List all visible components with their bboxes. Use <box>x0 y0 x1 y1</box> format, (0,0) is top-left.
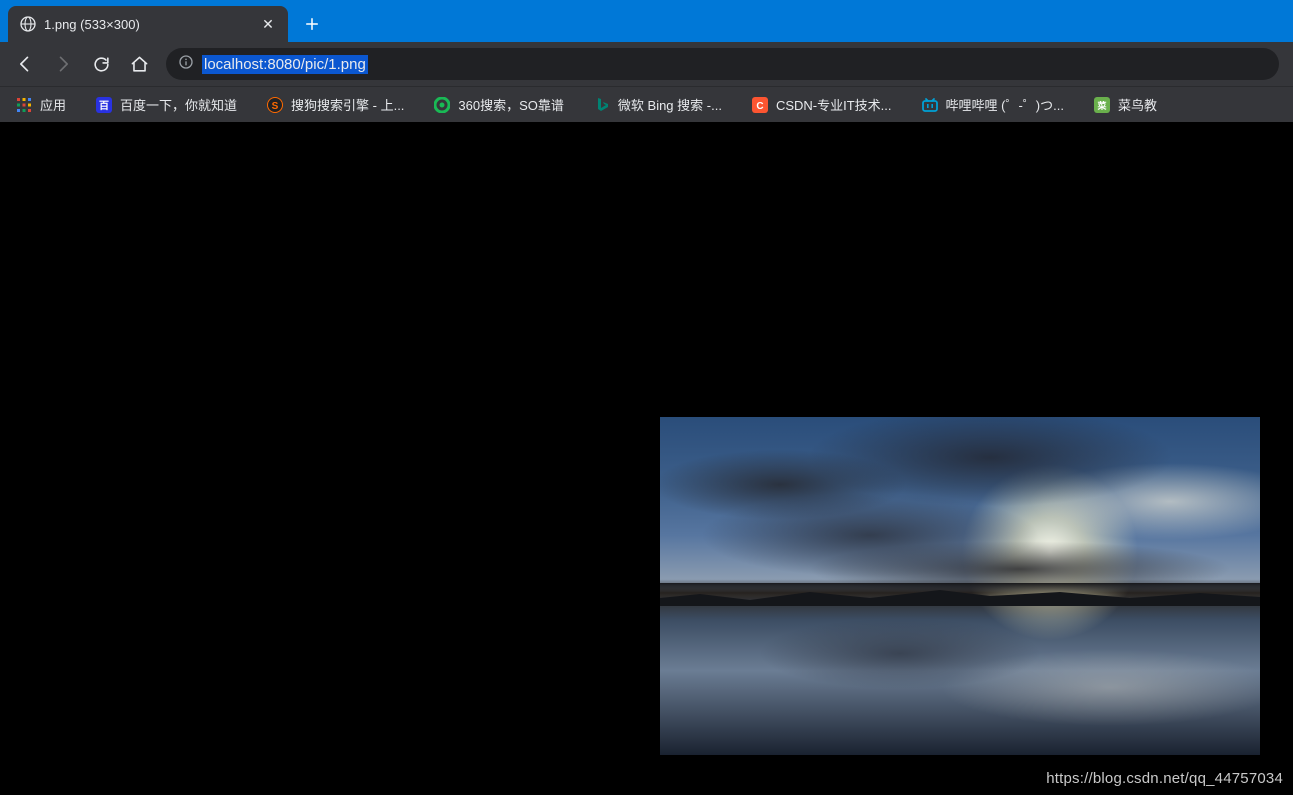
apps-icon <box>16 97 32 113</box>
bilibili-icon <box>922 97 938 113</box>
bookmark-runoob[interactable]: 菜 菜鸟教 <box>1088 91 1163 118</box>
globe-icon <box>20 16 36 32</box>
reload-button[interactable] <box>84 47 118 81</box>
bookmark-label: 哔哩哔哩 (゜-゜)つ... <box>946 95 1064 114</box>
bing-icon <box>594 97 610 113</box>
bookmark-label: 菜鸟教 <box>1118 95 1157 114</box>
apps-shortcut[interactable]: 应用 <box>10 91 72 118</box>
site-info-icon[interactable] <box>178 54 194 75</box>
bookmark-sogou[interactable]: S 搜狗搜索引擎 - 上... <box>261 91 410 118</box>
url-text[interactable]: localhost:8080/pic/1.png <box>202 55 368 74</box>
displayed-image[interactable] <box>660 417 1260 755</box>
browser-tab[interactable]: 1.png (533×300) ✕ <box>8 6 288 42</box>
toolbar: localhost:8080/pic/1.png <box>0 42 1293 86</box>
apps-label: 应用 <box>40 95 66 114</box>
forward-button[interactable] <box>46 47 80 81</box>
tab-title: 1.png (533×300) <box>44 17 252 32</box>
new-tab-button[interactable] <box>298 10 326 38</box>
bookmark-bar: 应用 百 百度一下，你就知道 S 搜狗搜索引擎 - 上... 360搜索，SO靠… <box>0 86 1293 122</box>
svg-text:百: 百 <box>99 100 109 112</box>
close-icon[interactable]: ✕ <box>260 16 276 32</box>
bookmark-bing[interactable]: 微软 Bing 搜索 -... <box>588 91 728 118</box>
bookmark-label: 微软 Bing 搜索 -... <box>618 95 722 114</box>
bookmark-label: 百度一下，你就知道 <box>120 95 237 114</box>
svg-text:C: C <box>756 101 763 112</box>
svg-text:菜: 菜 <box>1096 100 1107 111</box>
tab-strip: 1.png (533×300) ✕ <box>0 0 1293 42</box>
bookmark-label: CSDN-专业IT技术... <box>776 95 892 114</box>
page-content: https://blog.csdn.net/qq_44757034 <box>0 122 1293 795</box>
home-button[interactable] <box>122 47 156 81</box>
back-button[interactable] <box>8 47 42 81</box>
bookmark-baidu[interactable]: 百 百度一下，你就知道 <box>90 91 243 118</box>
address-bar[interactable]: localhost:8080/pic/1.png <box>166 48 1279 80</box>
bookmark-csdn[interactable]: C CSDN-专业IT技术... <box>746 91 898 118</box>
svg-text:S: S <box>272 101 279 112</box>
csdn-icon: C <box>752 97 768 113</box>
bookmark-bilibili[interactable]: 哔哩哔哩 (゜-゜)つ... <box>916 91 1070 118</box>
sogou-icon: S <box>267 97 283 113</box>
baidu-icon: 百 <box>96 97 112 113</box>
bookmark-label: 搜狗搜索引擎 - 上... <box>291 95 404 114</box>
runoob-icon: 菜 <box>1094 97 1110 113</box>
360-icon <box>434 97 450 113</box>
bookmark-360[interactable]: 360搜索，SO靠谱 <box>428 91 569 118</box>
watermark-text: https://blog.csdn.net/qq_44757034 <box>1046 770 1283 787</box>
bookmark-label: 360搜索，SO靠谱 <box>458 95 563 114</box>
